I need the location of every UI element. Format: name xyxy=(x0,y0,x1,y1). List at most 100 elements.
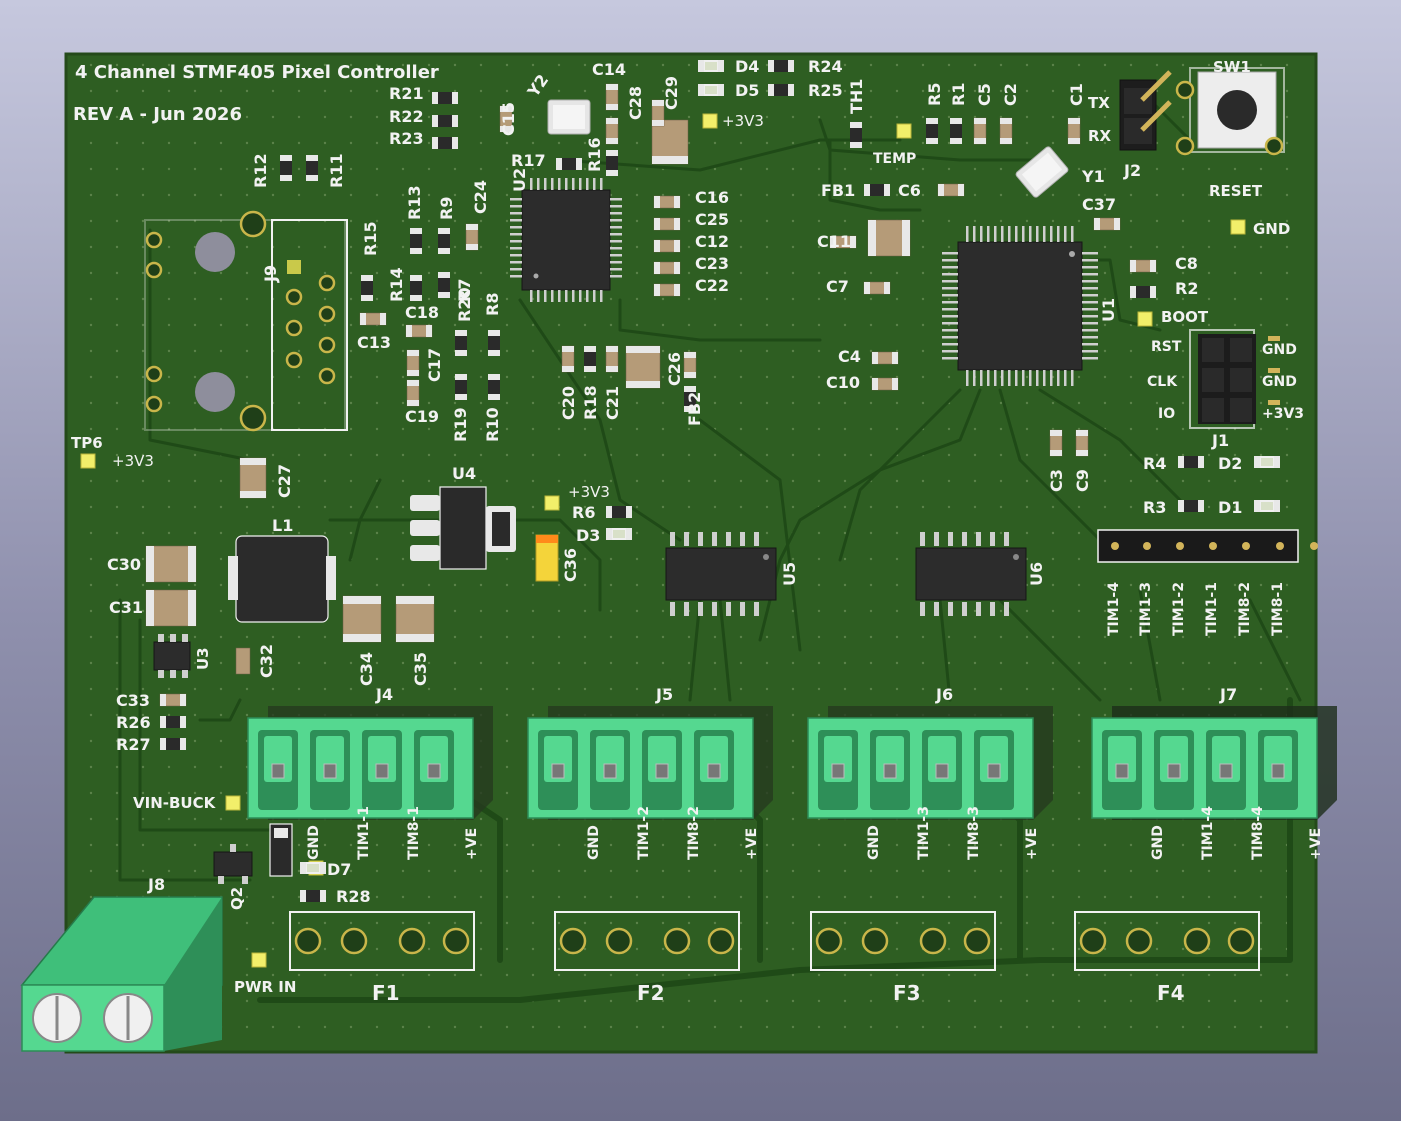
timer-header-label: TIM1-2 xyxy=(1171,582,1187,636)
ref-u3: U3 xyxy=(194,647,212,670)
ref-l1: L1 xyxy=(272,516,293,535)
part-r14 xyxy=(410,275,422,301)
pin-label: TIM8-3 xyxy=(966,806,982,860)
ref-u4: U4 xyxy=(452,464,476,483)
pwr-in-label: PWR IN xyxy=(234,978,296,996)
reset-label: RESET xyxy=(1209,182,1263,200)
ref-c15: C15 xyxy=(499,102,518,136)
part-r24 xyxy=(768,60,794,72)
ref-u1: U1 xyxy=(1099,298,1118,322)
part-r23 xyxy=(432,137,458,149)
ref-d7: D7 xyxy=(327,860,351,879)
ref-c27: C27 xyxy=(275,464,294,498)
ref-r16: R16 xyxy=(585,137,604,172)
ref-j4: J4 xyxy=(375,685,393,704)
gnd-label: GND xyxy=(1253,220,1290,238)
part-c1 xyxy=(1067,117,1081,145)
ref-f4: F4 xyxy=(1157,981,1185,1005)
part-r10 xyxy=(488,374,500,400)
ic-u2 xyxy=(510,178,622,302)
ref-r14: R14 xyxy=(387,267,406,302)
ref-f1: F1 xyxy=(372,981,400,1005)
part-c24 xyxy=(465,223,479,251)
part-r7 xyxy=(438,272,450,298)
ref-u6: U6 xyxy=(1027,562,1046,586)
pin-label: TIM1-1 xyxy=(356,806,372,860)
power-terminal-j8 xyxy=(20,896,223,1052)
ref-c10: C10 xyxy=(826,373,860,392)
ref-r24: R24 xyxy=(808,57,843,76)
part-r8 xyxy=(488,330,500,356)
part-c4 xyxy=(871,351,899,365)
part-c20 xyxy=(561,345,575,373)
ref-d4: D4 xyxy=(735,57,759,76)
ref-r25: R25 xyxy=(808,81,843,100)
part-c22 xyxy=(653,283,681,297)
part-c10 xyxy=(871,377,899,391)
part-d1 xyxy=(1254,500,1280,512)
part-c9 xyxy=(1075,429,1089,457)
ref-c25: C25 xyxy=(695,210,729,229)
j1-3v3-label: +3V3 xyxy=(1262,406,1304,422)
part-r2 xyxy=(1130,286,1156,298)
timer-pin-header xyxy=(1097,529,1318,563)
ref-c7: C7 xyxy=(826,277,849,296)
pin-label: +VE xyxy=(464,828,480,860)
timer-header-label: TIM1-4 xyxy=(1106,582,1122,636)
boot-label: BOOT xyxy=(1161,308,1209,326)
ref-tp6: TP6 xyxy=(71,434,103,452)
ref-c28: C28 xyxy=(626,86,645,120)
part-c7 xyxy=(863,281,891,295)
j1-gnd2-label: GND xyxy=(1262,374,1297,390)
ref-c6: C6 xyxy=(898,181,921,200)
pin-label: +VE xyxy=(1308,828,1324,860)
ic-u1 xyxy=(942,226,1098,386)
part-r26 xyxy=(160,716,186,728)
inductor-l1 xyxy=(228,535,336,623)
ref-c11: C11 xyxy=(817,232,851,251)
ref-r13: R13 xyxy=(405,185,424,220)
ref-c20: C20 xyxy=(559,386,578,420)
ref-c24: C24 xyxy=(471,180,490,214)
ref-c18: C18 xyxy=(405,303,439,322)
ref-c22: C22 xyxy=(695,276,729,295)
pin-label: GND xyxy=(1150,825,1166,860)
ref-d3: D3 xyxy=(576,526,600,545)
timer-header-label: TIM8-2 xyxy=(1237,582,1253,636)
ref-c13: C13 xyxy=(357,333,391,352)
ref-c21: C21 xyxy=(603,386,622,420)
ref-j9: J9 xyxy=(261,265,280,283)
ref-r5: R5 xyxy=(925,83,944,106)
part-r20 xyxy=(455,330,467,356)
ref-c23: C23 xyxy=(695,254,729,273)
ref-j5: J5 xyxy=(655,685,673,704)
ref-r17: R17 xyxy=(511,151,546,170)
ref-r19: R19 xyxy=(451,407,470,442)
timer-header-label: TIM1-3 xyxy=(1138,582,1154,636)
ref-j2: J2 xyxy=(1123,161,1141,180)
j1-clk-label: CLK xyxy=(1147,374,1178,390)
ref-fb2: FB2 xyxy=(685,392,704,426)
ref-c1: C1 xyxy=(1067,83,1086,106)
board-revision: REV A - Jun 2026 xyxy=(73,104,242,125)
part-r17 xyxy=(556,158,582,170)
part-c3 xyxy=(1049,429,1063,457)
part-r13 xyxy=(410,228,422,254)
ref-c8: C8 xyxy=(1175,254,1198,273)
ref-y1: Y1 xyxy=(1081,167,1105,186)
part-th1 xyxy=(850,122,862,148)
j1-io-label: IO xyxy=(1158,406,1175,422)
ref-c3: C3 xyxy=(1047,469,1066,492)
ref-c36: C36 xyxy=(561,548,580,582)
pin-label: TIM1-4 xyxy=(1200,806,1216,860)
part-d4 xyxy=(698,60,724,72)
ref-r10: R10 xyxy=(483,407,502,442)
ref-c34: C34 xyxy=(357,652,376,686)
tx-label: TX xyxy=(1088,94,1110,112)
part-c16 xyxy=(653,195,681,209)
ref-r18: R18 xyxy=(581,385,600,420)
pcb-render: 4 Channel STMF405 Pixel Controller REV A… xyxy=(20,52,1337,1054)
pin-label: TIM1-2 xyxy=(636,806,652,860)
pin-label: +VE xyxy=(744,828,760,860)
part-c12 xyxy=(653,239,681,253)
